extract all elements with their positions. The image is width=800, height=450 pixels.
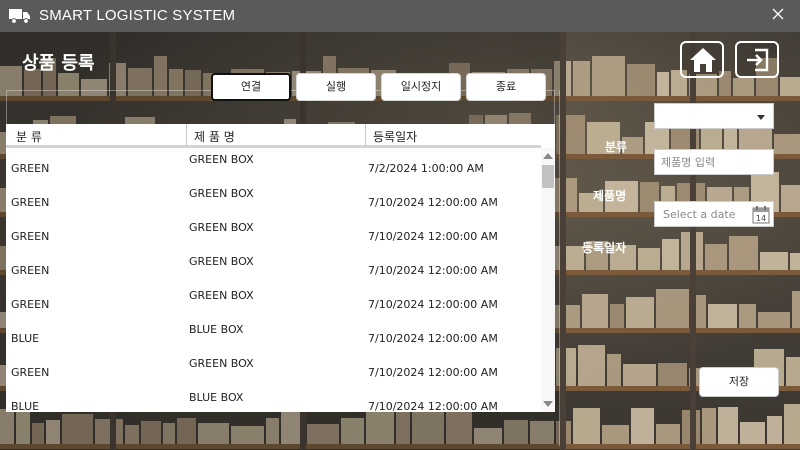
exit-icon	[747, 48, 769, 72]
connect-button[interactable]: 연결	[211, 73, 291, 101]
category-label: 분류	[605, 140, 628, 154]
column-header-product[interactable]: 제 품 명	[194, 128, 235, 145]
cell-category: GREEN	[11, 264, 50, 277]
cell-date: 7/10/2024 12:00:00 AM	[368, 400, 498, 412]
scroll-thumb[interactable]	[542, 165, 554, 188]
cell-category: GREEN	[11, 298, 50, 311]
table-row[interactable]: GREEN GREEN BOX 7/10/2024 12:00:00 AM	[6, 185, 541, 219]
scroll-up-arrow[interactable]	[543, 153, 553, 159]
home-button[interactable]	[680, 41, 724, 78]
cell-category: GREEN	[11, 230, 50, 243]
vertical-scrollbar[interactable]	[541, 148, 555, 412]
cell-category: GREEN	[11, 196, 50, 209]
table-row[interactable]: GREEN GREEN BOX 7/10/2024 12:00:00 AM	[6, 355, 541, 389]
cell-product: GREEN BOX	[189, 153, 254, 166]
page-title: 상품 등록	[22, 53, 95, 74]
logout-button[interactable]	[735, 41, 779, 78]
table-row[interactable]: GREEN GREEN BOX 7/10/2024 12:00:00 AM	[6, 287, 541, 321]
chevron-down-icon	[757, 115, 765, 120]
window-titlebar: SMART LOGISTIC SYSTEM	[0, 0, 800, 32]
date-placeholder: Select a date	[663, 208, 736, 221]
column-divider[interactable]	[365, 124, 366, 146]
grid-header: 분 류 제 품 명 등록일자	[6, 124, 541, 148]
home-icon	[690, 48, 716, 72]
date-picker[interactable]: Select a date 14	[654, 201, 774, 227]
cell-category: BLUE	[11, 400, 40, 412]
cell-product: BLUE BOX	[189, 391, 244, 404]
pause-button[interactable]: 일시정지	[381, 73, 461, 101]
cell-date: 7/10/2024 12:00:00 AM	[368, 230, 498, 243]
app-title: SMART LOGISTIC SYSTEM	[39, 7, 236, 24]
cell-date: 7/2/2024 1:00:00 AM	[368, 162, 484, 175]
cell-date: 7/10/2024 12:00:00 AM	[368, 298, 498, 311]
table-row[interactable]: BLUE BLUE BOX 7/10/2024 12:00:00 AM	[6, 389, 541, 412]
cell-date: 7/10/2024 12:00:00 AM	[368, 332, 498, 345]
column-divider[interactable]	[186, 124, 187, 146]
cell-category: GREEN	[11, 366, 50, 379]
table-row[interactable]: GREEN GREEN BOX 7/2/2024 1:00:00 AM	[6, 151, 541, 185]
product-grid[interactable]: 분 류 제 품 명 등록일자 GREEN GREEN BOX 7/2/2024 1:…	[6, 124, 555, 412]
cell-date: 7/10/2024 12:00:00 AM	[368, 196, 498, 209]
calendar-icon[interactable]: 14	[752, 205, 770, 224]
column-header-date[interactable]: 등록일자	[373, 128, 417, 145]
stop-button[interactable]: 종료	[466, 73, 546, 101]
table-row[interactable]: GREEN GREEN BOX 7/10/2024 12:00:00 AM	[6, 219, 541, 253]
product-name-input[interactable]	[654, 149, 774, 175]
close-icon[interactable]	[770, 6, 786, 22]
save-button[interactable]: 저장	[699, 367, 779, 397]
column-header-category[interactable]: 분 류	[16, 128, 42, 145]
register-date-label: 등록일자	[582, 241, 627, 255]
cell-date: 7/10/2024 12:00:00 AM	[368, 264, 498, 277]
calendar-day: 14	[756, 214, 766, 223]
cell-product: GREEN BOX	[189, 187, 254, 200]
cell-product: BLUE BOX	[189, 323, 244, 336]
product-name-label: 제품명	[593, 189, 627, 203]
cell-category: GREEN	[11, 162, 50, 175]
table-row[interactable]: GREEN GREEN BOX 7/10/2024 12:00:00 AM	[6, 253, 541, 287]
run-button[interactable]: 실행	[296, 73, 376, 101]
cell-category: BLUE	[11, 332, 40, 345]
scroll-down-arrow[interactable]	[543, 401, 553, 407]
cell-product: GREEN BOX	[189, 289, 254, 302]
table-row[interactable]: BLUE BLUE BOX 7/10/2024 12:00:00 AM	[6, 321, 541, 355]
cell-product: GREEN BOX	[189, 221, 254, 234]
cell-product: GREEN BOX	[189, 255, 254, 268]
category-select[interactable]	[654, 103, 774, 129]
truck-icon	[9, 9, 30, 24]
cell-date: 7/10/2024 12:00:00 AM	[368, 366, 498, 379]
cell-product: GREEN BOX	[189, 357, 254, 370]
